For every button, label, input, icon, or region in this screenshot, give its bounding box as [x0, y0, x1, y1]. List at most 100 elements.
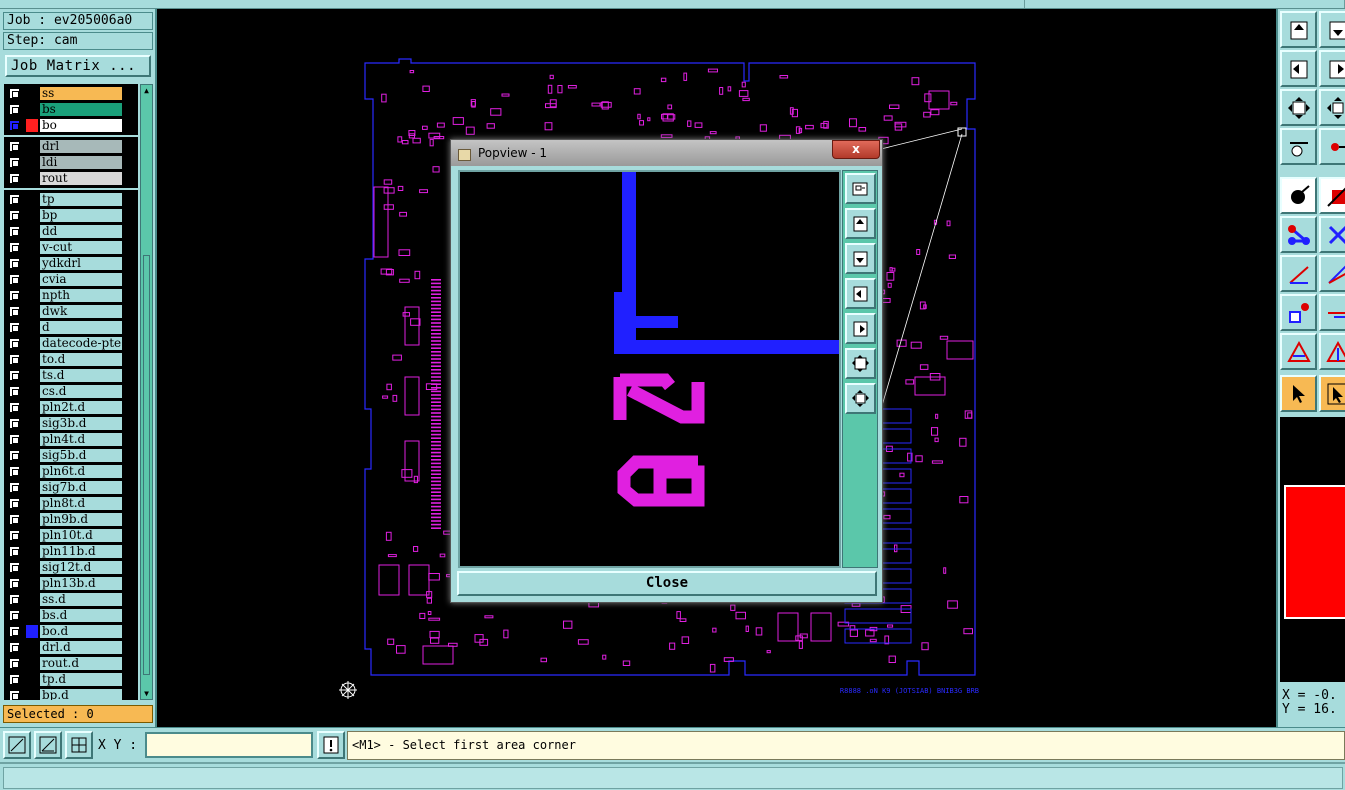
popview-viewport[interactable] — [458, 170, 841, 568]
layer-color-swatch[interactable] — [26, 401, 38, 414]
layer-checkbox[interactable] — [9, 306, 20, 317]
layer-row[interactable]: d — [4, 320, 138, 335]
layer-color-swatch[interactable] — [26, 241, 38, 254]
layer-row[interactable]: cvia — [4, 272, 138, 287]
layer-checkbox[interactable] — [9, 338, 20, 349]
layer-checkbox[interactable] — [9, 514, 20, 525]
layer-name[interactable]: cvia — [40, 273, 122, 286]
layer-checkbox[interactable] — [9, 690, 20, 700]
layer-checkbox[interactable] — [9, 450, 20, 461]
layer-row[interactable]: rout.d — [4, 656, 138, 671]
layer-name[interactable]: dwk — [40, 305, 122, 318]
layer-name[interactable]: ts.d — [40, 369, 122, 382]
popview-title-bar[interactable]: Popview - 1 x — [451, 140, 882, 166]
job-matrix-button[interactable]: Job Matrix ... — [5, 55, 151, 77]
layer-checkbox[interactable] — [9, 157, 20, 168]
layer-name[interactable]: pln4t.d — [40, 433, 122, 446]
layer-checkbox[interactable] — [9, 498, 20, 509]
layer-row[interactable]: bs — [4, 102, 138, 117]
layer-name[interactable]: drl.d — [40, 641, 122, 654]
layer-row[interactable]: bs.d — [4, 608, 138, 623]
layer-color-swatch[interactable] — [26, 593, 38, 606]
pan-down-button[interactable] — [845, 243, 876, 274]
layer-name[interactable]: pln8t.d — [40, 497, 122, 510]
scroll-thumb[interactable] — [143, 255, 150, 675]
layer-color-swatch[interactable] — [26, 209, 38, 222]
layer-name[interactable]: ss — [40, 87, 122, 100]
snap-tool-button[interactable] — [1319, 128, 1345, 165]
layer-name[interactable]: pln9b.d — [40, 513, 122, 526]
layer-row[interactable]: ts.d — [4, 368, 138, 383]
layer-checkbox[interactable] — [9, 141, 20, 152]
layer-row[interactable]: sig5b.d — [4, 448, 138, 463]
layer-color-swatch[interactable] — [26, 140, 38, 153]
layer-color-swatch[interactable] — [26, 513, 38, 526]
layer-row[interactable]: bp.d — [4, 688, 138, 700]
zoom-out-button[interactable] — [845, 383, 876, 414]
pan-left-button[interactable] — [845, 278, 876, 309]
layer-name[interactable]: pln2t.d — [40, 401, 122, 414]
layer-checkbox[interactable] — [9, 594, 20, 605]
layer-checkbox[interactable] — [9, 354, 20, 365]
layer-name[interactable]: rout.d — [40, 657, 122, 670]
layer-name[interactable]: tp.d — [40, 673, 122, 686]
layer-row[interactable]: ldi — [4, 155, 138, 170]
layer-color-swatch[interactable] — [26, 561, 38, 574]
layer-color-swatch[interactable] — [26, 625, 38, 638]
layer-checkbox[interactable] — [9, 386, 20, 397]
layer-color-swatch[interactable] — [26, 369, 38, 382]
layer-color-swatch[interactable] — [26, 156, 38, 169]
xy-coordinate-input[interactable] — [145, 732, 313, 758]
layer-name[interactable]: pln6t.d — [40, 465, 122, 478]
layer-checkbox[interactable] — [9, 173, 20, 184]
layer-color-swatch[interactable] — [26, 465, 38, 478]
popview-close-button[interactable]: Close — [457, 571, 877, 596]
segment-tool-button[interactable] — [1319, 294, 1345, 331]
layer-color-swatch[interactable] — [26, 641, 38, 654]
layer-color-swatch[interactable] — [26, 417, 38, 430]
layer-color-swatch[interactable] — [26, 577, 38, 590]
layer-name[interactable]: ldi — [40, 156, 122, 169]
layer-checkbox[interactable] — [9, 674, 20, 685]
layer-name[interactable]: sig3b.d — [40, 417, 122, 430]
pan-right-tool-button[interactable] — [1319, 50, 1345, 87]
layer-name[interactable]: pln13b.d — [40, 577, 122, 590]
layer-checkbox[interactable] — [9, 482, 20, 493]
layer-color-swatch[interactable] — [26, 657, 38, 670]
layer-row[interactable]: pln9b.d — [4, 512, 138, 527]
measure-tool-button[interactable] — [1280, 128, 1317, 165]
select-feature-button[interactable] — [1280, 177, 1317, 214]
layer-name[interactable]: dd — [40, 225, 122, 238]
layer-row[interactable]: bo.d — [4, 624, 138, 639]
layer-name[interactable]: sig7b.d — [40, 481, 122, 494]
layer-row[interactable]: pln8t.d — [4, 496, 138, 511]
layer-row[interactable]: sig3b.d — [4, 416, 138, 431]
layer-row[interactable]: tp — [4, 192, 138, 207]
layer-name[interactable]: npth — [40, 289, 122, 302]
layer-row[interactable]: pln4t.d — [4, 432, 138, 447]
layer-name[interactable]: datecode-pte — [40, 337, 122, 350]
layer-row[interactable]: pln11b.d — [4, 544, 138, 559]
layer-name[interactable]: drl — [40, 140, 122, 153]
grid-mode-button[interactable] — [65, 731, 93, 759]
layer-row[interactable]: ss — [4, 86, 138, 101]
layer-checkbox[interactable] — [9, 274, 20, 285]
angle-mode-button[interactable] — [34, 731, 62, 759]
line-angle-button[interactable] — [1319, 255, 1345, 292]
layer-name[interactable]: tp — [40, 193, 122, 206]
layer-row[interactable]: pln13b.d — [4, 576, 138, 591]
layer-row[interactable]: v-cut — [4, 240, 138, 255]
layer-color-swatch[interactable] — [26, 225, 38, 238]
layer-name[interactable]: sig5b.d — [40, 449, 122, 462]
layer-checkbox[interactable] — [9, 402, 20, 413]
layer-checkbox[interactable] — [9, 88, 20, 99]
layer-checkbox[interactable] — [9, 210, 20, 221]
triangle-tool-button[interactable] — [1280, 333, 1317, 370]
layer-color-swatch[interactable] — [26, 385, 38, 398]
layer-row[interactable]: sig12t.d — [4, 560, 138, 575]
layer-color-swatch[interactable] — [26, 433, 38, 446]
layer-name[interactable]: v-cut — [40, 241, 122, 254]
layer-name[interactable]: bp — [40, 209, 122, 222]
layer-row[interactable]: dd — [4, 224, 138, 239]
layer-row[interactable]: pln2t.d — [4, 400, 138, 415]
